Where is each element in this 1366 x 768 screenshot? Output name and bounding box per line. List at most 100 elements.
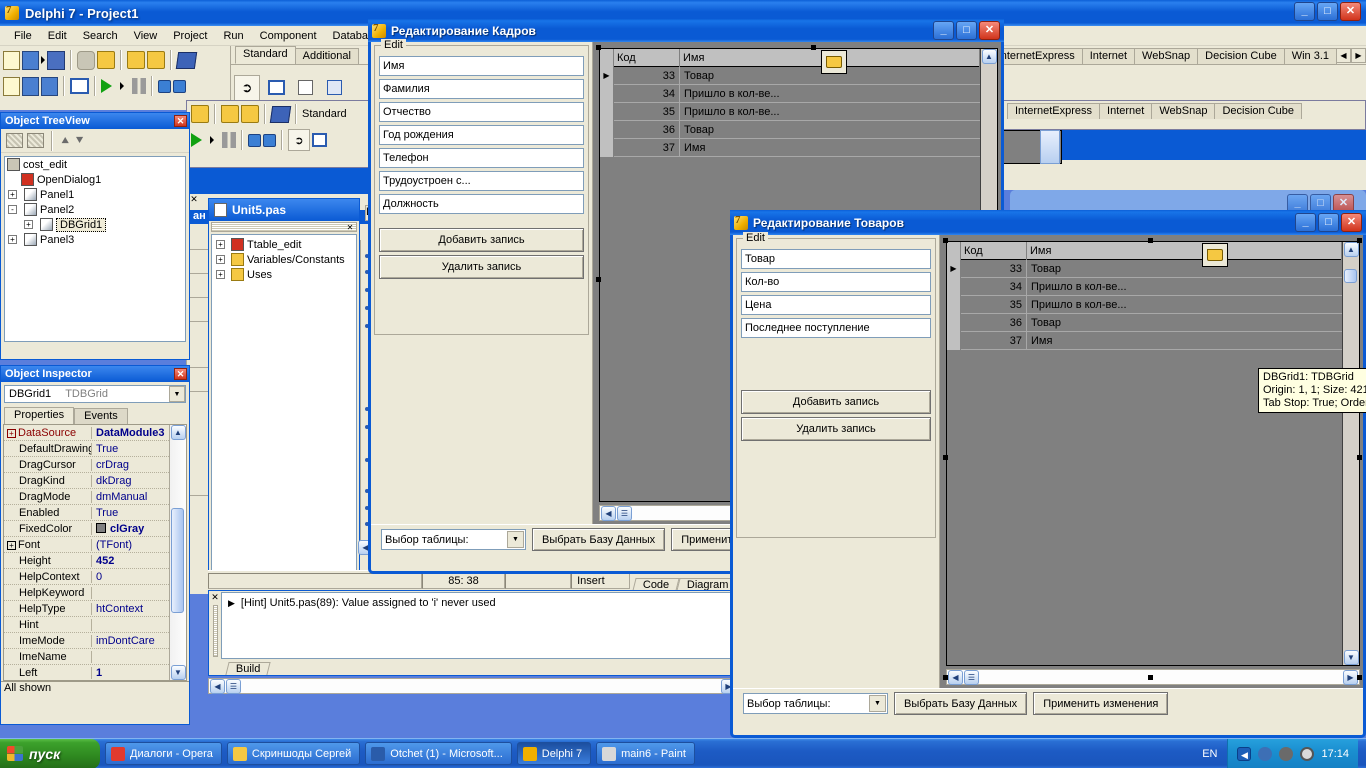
cell-imya[interactable]: Пришло в кол-ве... — [680, 85, 980, 103]
kadrov-delete-record-button[interactable]: Удалить запись — [379, 255, 584, 279]
property-row[interactable]: DefaultDrawing True — [4, 441, 169, 457]
grid-row[interactable]: 37 Имя — [947, 331, 1342, 350]
cell-kod[interactable]: 34 — [614, 84, 680, 103]
ide-maximize-button[interactable]: □ — [1317, 2, 1338, 21]
scroll-up-icon[interactable]: ▲ — [170, 425, 186, 440]
selection-handle[interactable] — [1148, 238, 1153, 243]
grid-row[interactable]: 36 Товар — [947, 313, 1342, 332]
tovarov-table-combo[interactable]: Выбор таблицы: ▼ — [743, 693, 888, 714]
field-tsena[interactable]: Цена — [741, 295, 931, 315]
hscroll-right-icon[interactable]: ▶ — [1343, 669, 1358, 685]
palette-scroll-left-button[interactable]: ◀ — [1336, 48, 1351, 63]
network-icon[interactable] — [1258, 746, 1273, 761]
cell-imya[interactable]: Пришло в кол-ве... — [1027, 278, 1342, 296]
cell-kod[interactable]: 35 — [614, 102, 680, 121]
field-otchestvo[interactable]: Отчество — [379, 102, 584, 122]
property-value[interactable]: DataModule3 — [92, 427, 169, 439]
hscroll-left-icon[interactable]: ◀ — [601, 505, 616, 521]
menu-search[interactable]: Search — [83, 30, 118, 42]
property-row[interactable]: DragMode dmManual — [4, 489, 169, 505]
kadrov-table-combo[interactable]: Выбор таблицы: ▼ — [381, 529, 526, 550]
field-tovar[interactable]: Товар — [741, 249, 931, 269]
hscroll-thumb[interactable]: ☰ — [617, 505, 632, 521]
tovarov-grid-vscrollbar[interactable]: ▲ ▼ — [1342, 242, 1359, 665]
row-selector-cell[interactable] — [600, 138, 614, 157]
remove-file-icon[interactable] — [147, 51, 165, 69]
field-trudoustroen[interactable]: Трудоустроен с... — [379, 171, 584, 191]
explorer-node-ttable-edit[interactable]: + Ttable_edit — [212, 237, 356, 252]
bg-palette-tab-websnap[interactable]: WebSnap — [1151, 103, 1216, 119]
tab-build[interactable]: Build — [225, 662, 272, 675]
property-row[interactable]: DragCursor crDrag — [4, 457, 169, 473]
open-dropdown-icon[interactable] — [41, 56, 45, 64]
cell-imya[interactable]: Товар — [1027, 314, 1342, 332]
tovarov-grid-hscrollbar[interactable]: ◀ ☰ ▶ — [946, 669, 1360, 685]
explorer-node-variables-constants[interactable]: + Variables/Constants — [212, 252, 356, 267]
start-button[interactable]: пуск — [0, 738, 100, 768]
step-over-icon[interactable] — [173, 79, 186, 93]
grid-row[interactable]: 34 Пришло в кол-ве... — [947, 277, 1342, 296]
ide-horizontal-scrollbar[interactable]: ◀ ☰ ▶ — [208, 678, 738, 694]
property-value[interactable]: dkDrag — [92, 475, 169, 487]
popupmenu-component-icon[interactable] — [321, 74, 347, 101]
taskbar-item[interactable]: Otchet (1) - Microsoft... — [365, 742, 512, 765]
tree-node-opendialog1[interactable]: OpenDialog1 — [5, 172, 185, 187]
property-row[interactable]: Enabled True — [4, 505, 169, 521]
cell-kod[interactable]: 37 — [961, 331, 1027, 350]
move-up-icon[interactable]: ⯅ — [60, 133, 70, 149]
property-list-scrollbar[interactable]: ▲ ▼ — [169, 425, 186, 680]
tree-node-panel3[interactable]: + Panel3 — [5, 232, 185, 247]
hscroll-left-icon[interactable]: ◀ — [210, 678, 225, 694]
menu-run[interactable]: Run — [223, 30, 243, 42]
current-record-indicator[interactable]: ▶ — [600, 66, 614, 85]
explorer-node-uses[interactable]: + Uses — [212, 267, 356, 282]
cell-imya[interactable]: Имя — [680, 139, 980, 157]
kadrov-minimize-button[interactable]: _ — [933, 21, 954, 40]
show-hidden-icons-icon[interactable]: ◀ — [1237, 746, 1252, 761]
open-folder-button[interactable] — [821, 50, 847, 74]
tovarov-maximize-button[interactable]: □ — [1318, 213, 1339, 232]
open-folder-icon[interactable] — [97, 51, 115, 69]
object-inspector-close-button[interactable]: ✕ — [174, 368, 187, 380]
kadrov-maximize-button[interactable]: □ — [956, 21, 977, 40]
add-file-icon[interactable] — [127, 51, 145, 69]
expander-icon[interactable]: + — [8, 190, 17, 199]
expander-icon[interactable]: + — [216, 270, 225, 279]
bg-palette-tab-standard[interactable]: Standard — [302, 108, 347, 120]
code-explorer-grip[interactable]: ✕ — [211, 222, 357, 232]
taskbar-item[interactable]: Delphi 7 — [516, 742, 592, 765]
message-item[interactable]: ▶ [Hint] Unit5.pas(89): Value assigned t… — [222, 595, 734, 611]
open-project-icon[interactable] — [22, 50, 39, 70]
field-god-rozhdeniya[interactable]: Год рождения — [379, 125, 584, 145]
volume-icon[interactable] — [1279, 746, 1294, 761]
clock[interactable]: 17:14 — [1321, 748, 1349, 760]
bg-pause-icon[interactable] — [222, 132, 236, 148]
property-value[interactable]: True — [92, 507, 169, 519]
menu-view[interactable]: View — [134, 30, 158, 42]
bg-palette-tab-internet[interactable]: Internet — [1099, 103, 1153, 119]
bg-trace-into-icon[interactable] — [248, 133, 261, 147]
expander-icon[interactable]: + — [7, 428, 16, 438]
property-value[interactable]: 452 — [92, 555, 169, 567]
selection-handle[interactable] — [1148, 675, 1153, 680]
cell-imya[interactable]: Имя — [1027, 332, 1342, 350]
property-value[interactable]: clGray — [92, 522, 169, 535]
language-indicator[interactable]: EN — [1202, 748, 1221, 760]
new-item-icon[interactable] — [6, 133, 23, 148]
view-unit-icon[interactable] — [41, 76, 58, 96]
code-explorer-tree[interactable]: + Ttable_edit + Variables/Constants + Us… — [211, 234, 357, 594]
tree-node-cost-edit[interactable]: cost_edit — [5, 157, 185, 172]
new-form-icon[interactable] — [3, 76, 20, 96]
taskbar-item[interactable]: Скриншоды Сергей — [226, 742, 361, 765]
hscroll-thumb[interactable]: ☰ — [226, 678, 241, 694]
tovarov-select-db-button[interactable]: Выбрать Базу Данных — [894, 692, 1028, 715]
cell-imya[interactable]: Товар — [680, 121, 980, 139]
property-value[interactable]: htContext — [92, 603, 169, 615]
property-value[interactable]: True — [92, 443, 169, 455]
property-row[interactable]: ImeMode imDontCare — [4, 633, 169, 649]
message-pane-grip[interactable] — [212, 605, 218, 657]
cell-kod[interactable]: 33 — [961, 259, 1027, 278]
grid-row[interactable]: 34 Пришло в кол-ве... — [600, 84, 980, 103]
pause-icon[interactable] — [132, 78, 146, 94]
expander-icon[interactable]: + — [216, 240, 225, 249]
